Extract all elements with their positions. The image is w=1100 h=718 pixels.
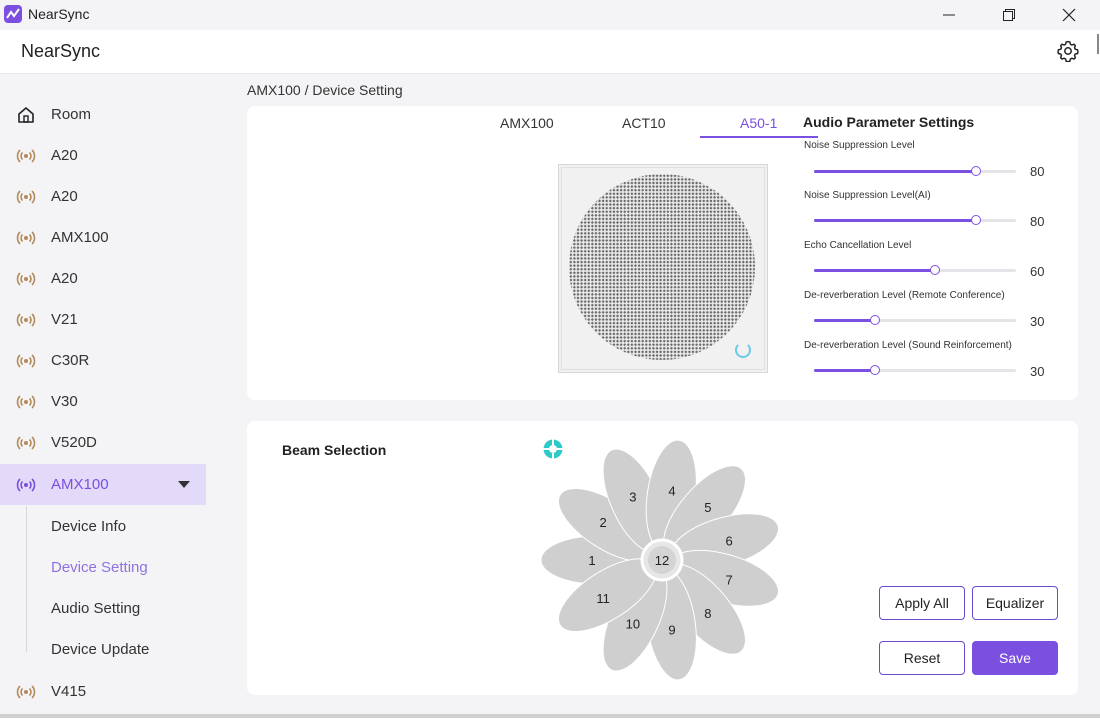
equalizer-button[interactable]: Equalizer xyxy=(972,586,1058,620)
broadcast-icon xyxy=(16,351,36,371)
broadcast-icon xyxy=(16,269,36,289)
beam-selector[interactable]: 123 456789101112 xyxy=(540,438,784,682)
slider-label: De-reverberation Level (Sound Reinforcem… xyxy=(804,340,1012,351)
apply-all-button[interactable]: Apply All xyxy=(879,586,965,620)
beam-selection-title: Beam Selection xyxy=(282,442,387,458)
slider-value: 30 xyxy=(1030,364,1045,379)
slider-label: Noise Suppression Level xyxy=(804,140,915,151)
slider-value: 80 xyxy=(1030,164,1045,179)
slider-label: Noise Suppression Level(AI) xyxy=(804,190,931,201)
minimize-icon[interactable] xyxy=(926,0,972,30)
submenu-device-update[interactable]: Device Update xyxy=(51,641,149,658)
sidebar-item-label: Room xyxy=(51,106,92,123)
save-button[interactable]: Save xyxy=(972,641,1058,675)
slider-value: 30 xyxy=(1030,314,1045,329)
audio-params-title: Audio Parameter Settings xyxy=(803,114,975,130)
sidebar-item-v520d[interactable]: V520D xyxy=(0,422,206,463)
submenu-divider xyxy=(26,506,27,652)
beam-petal-label: 3 xyxy=(629,489,636,504)
slider-thumb[interactable] xyxy=(869,365,880,375)
close-icon[interactable] xyxy=(1046,0,1092,30)
taskbar-strip xyxy=(0,714,1100,718)
sidebar-item-label: V30 xyxy=(51,393,78,410)
sidebar-item-label: V415 xyxy=(51,683,87,700)
slider-value: 60 xyxy=(1030,264,1045,279)
sidebar-item-room[interactable]: Room xyxy=(0,94,206,135)
broadcast-icon xyxy=(16,228,36,248)
sidebar-item-v21[interactable]: V21 xyxy=(0,299,206,340)
sidebar-item-label: V520D xyxy=(51,434,97,451)
broadcast-icon xyxy=(16,392,36,412)
beam-petal-label: 7 xyxy=(726,573,733,588)
beam-center-label: 12 xyxy=(655,553,669,568)
home-icon xyxy=(16,105,36,125)
sidebar-item-amx100-active[interactable]: AMX100 xyxy=(0,464,206,505)
dereverb-reinforcement-slider[interactable] xyxy=(814,365,1016,375)
broadcast-icon xyxy=(16,187,36,207)
app-header: NearSync xyxy=(0,30,1100,74)
submenu-device-info[interactable]: Device Info xyxy=(51,518,126,535)
breadcrumb: AMX100 / Device Setting xyxy=(247,82,403,98)
sidebar-item-label: AMX100 xyxy=(51,476,109,493)
sidebar-item-label: A20 xyxy=(51,270,78,287)
sidebar-item-label: V21 xyxy=(51,311,78,328)
sidebar-item-a20[interactable]: A20 xyxy=(0,135,206,176)
window-title: NearSync xyxy=(28,6,90,22)
beam-petal-label: 1 xyxy=(588,553,595,568)
sidebar-item-a20[interactable]: A20 xyxy=(0,258,206,299)
beam-petal-label: 10 xyxy=(626,617,640,632)
sidebar-item-a20[interactable]: A20 xyxy=(0,176,206,217)
beam-petal-label: 8 xyxy=(704,606,711,621)
active-tab-indicator xyxy=(700,136,818,138)
app-logo-icon xyxy=(4,5,22,23)
broadcast-icon xyxy=(16,310,36,330)
caret-down-icon[interactable] xyxy=(178,481,190,488)
beam-petal-label: 4 xyxy=(668,484,675,499)
beam-petal-label: 11 xyxy=(596,591,610,606)
sidebar: Room A20 A20 AMX100 A20 V21 C30R V30 V52… xyxy=(0,74,216,718)
noise-suppression-slider[interactable] xyxy=(814,166,1016,176)
beam-petal-label: 5 xyxy=(704,500,711,515)
submenu-audio-setting[interactable]: Audio Setting xyxy=(51,600,140,617)
tab-act10[interactable]: ACT10 xyxy=(622,115,666,131)
speaker-grille-image xyxy=(569,174,755,360)
slider-thumb[interactable] xyxy=(970,215,981,225)
sidebar-item-label: A20 xyxy=(51,188,78,205)
beam-petal-label: 6 xyxy=(726,533,733,548)
sidebar-item-amx100[interactable]: AMX100 xyxy=(0,217,206,258)
slider-thumb[interactable] xyxy=(869,315,880,325)
dereverb-remote-slider[interactable] xyxy=(814,315,1016,325)
broadcast-icon xyxy=(16,682,36,702)
sidebar-item-c30r[interactable]: C30R xyxy=(0,340,206,381)
reset-button[interactable]: Reset xyxy=(879,641,965,675)
noise-suppression-ai-slider[interactable] xyxy=(814,215,1016,225)
tab-amx100[interactable]: AMX100 xyxy=(500,115,554,131)
submenu-device-setting[interactable]: Device Setting xyxy=(51,559,148,576)
beam-petal-label: 9 xyxy=(668,622,675,637)
app-header-title: NearSync xyxy=(21,41,101,61)
tab-a50-1[interactable]: A50-1 xyxy=(740,115,777,131)
broadcast-icon xyxy=(16,475,36,495)
maximize-icon[interactable] xyxy=(986,0,1032,30)
sidebar-item-label: AMX100 xyxy=(51,229,109,246)
slider-label: De-reverberation Level (Remote Conferenc… xyxy=(804,290,1005,301)
beam-petal-label: 2 xyxy=(599,515,606,530)
sidebar-item-v415[interactable]: V415 xyxy=(0,671,206,712)
broadcast-icon xyxy=(16,146,36,166)
echo-cancellation-slider[interactable] xyxy=(814,265,1016,275)
title-bar: NearSync xyxy=(0,0,1100,30)
slider-thumb[interactable] xyxy=(970,166,981,176)
loading-spinner-icon xyxy=(735,342,751,358)
slider-value: 80 xyxy=(1030,214,1045,229)
slider-label: Echo Cancellation Level xyxy=(804,240,912,251)
sidebar-item-label: A20 xyxy=(51,147,78,164)
broadcast-icon xyxy=(16,433,36,453)
sidebar-item-label: C30R xyxy=(51,352,90,369)
gear-icon[interactable] xyxy=(1057,40,1079,63)
sidebar-item-v30[interactable]: V30 xyxy=(0,381,206,422)
scrollbar[interactable] xyxy=(1097,34,1099,54)
